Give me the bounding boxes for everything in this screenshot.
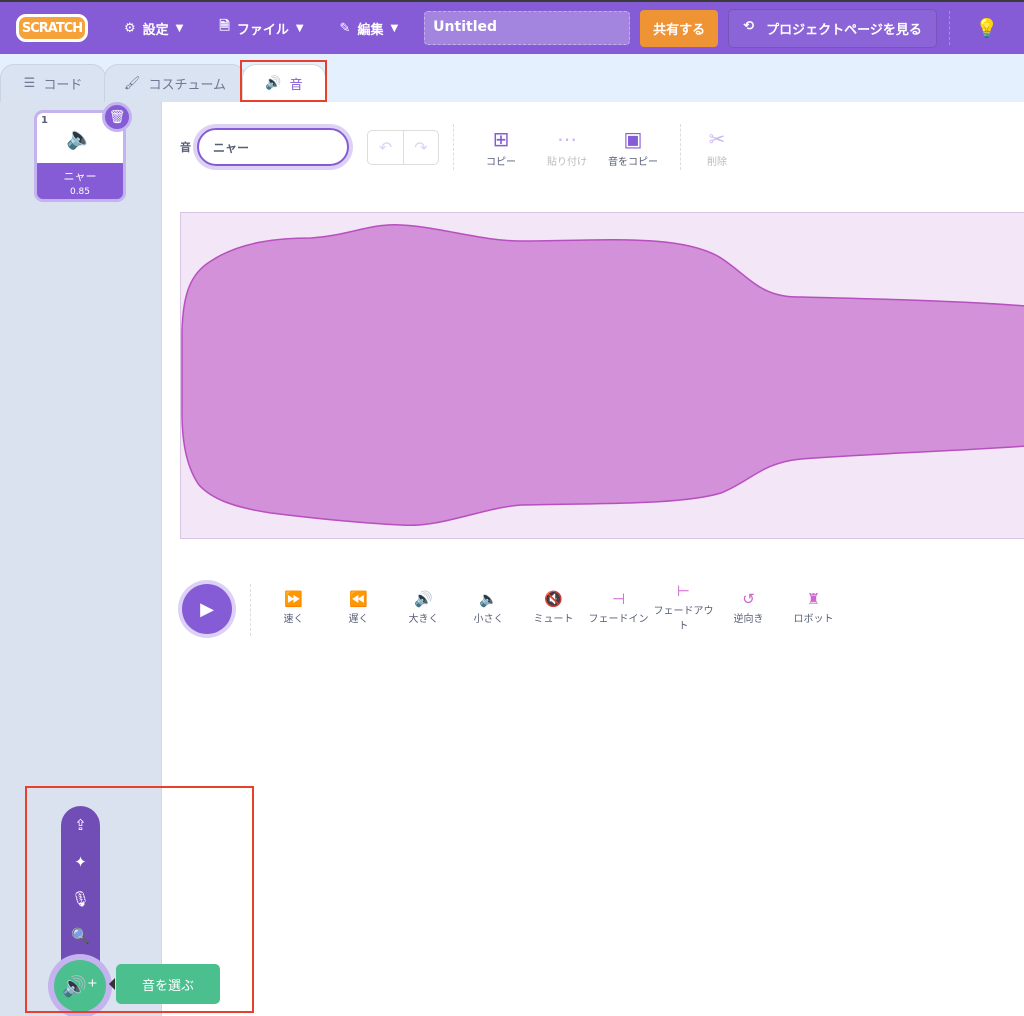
paste-button[interactable]: ⋯ 貼り付け [534,127,600,168]
remix-arrows-icon: ⟲ [743,18,755,34]
surprise-icon[interactable]: ✦ [74,853,87,871]
play-button[interactable]: ▶ [182,584,232,634]
robot-icon: ♜ [806,590,821,608]
reverse-icon: ↺ [742,590,755,608]
waveform-shape [181,224,1024,527]
editor-tabs: ☰ コード 🖌 コスチューム 🔊 音 [0,54,1024,102]
share-button[interactable]: 共有する [640,9,719,47]
waveform[interactable] [180,212,1024,539]
copy-to-new-label: 音をコピー [608,156,658,168]
effect-louder[interactable]: 🔊 大きく [391,584,456,625]
effect-label: 速く [283,614,304,625]
caret-down-icon: ▼ [390,22,399,34]
effect-label: フェードアウト [653,606,714,632]
delete-button[interactable]: ✂ 削除 [695,127,739,168]
menu-bar: SCRATCH ⚙ 設定 ▼ 🗎 ファイル ▼ ✎ 編集 ▼ Untitled 共有する ⟲… [0,0,1024,54]
tab-label: コスチューム [148,78,227,93]
settings-menu[interactable]: ⚙ 設定 ▼ [124,19,183,38]
edit-menu[interactable]: ✎ 編集 ▼ [340,19,399,38]
effect-label: 逆向き [733,614,764,625]
copy-sound-icon: ▣ [623,126,643,151]
fade-out-icon: ⊢ [676,582,691,600]
paste-label: 貼り付け [547,156,587,168]
effect-robot[interactable]: ♜ ロボット [781,584,846,625]
tab-costumes[interactable]: 🖌 コスチューム [104,64,246,102]
choose-sound-button[interactable]: 🔊⁺ [54,960,106,1012]
sound-name-input[interactable]: ニャー [197,128,349,166]
brush-icon: 🖌 [123,76,141,91]
effect-label: 遅く [348,614,369,625]
scissors-icon: ✂ [708,126,726,151]
settings-label: 設定 [142,22,169,38]
edit-label: 編集 [357,22,384,38]
tab-code[interactable]: ☰ コード [0,64,106,102]
play-icon: ▶ [200,598,214,620]
copy-to-new-button[interactable]: ▣ 音をコピー [600,127,666,168]
mute-icon: 🔇 [544,590,563,608]
copy-button[interactable]: ⊞ コピー [468,127,534,168]
tab-sounds[interactable]: 🔊 音 [242,64,326,102]
tab-label: 音 [289,78,303,93]
copy-label: コピー [486,156,516,168]
record-icon[interactable]: 🎙 [71,890,90,908]
effect-softer[interactable]: 🔈 小さく [456,584,521,625]
fade-in-icon: ⊣ [611,590,626,608]
speaker-icon: 🔈 [66,125,94,151]
upload-icon[interactable]: ⇪ [74,816,87,834]
effect-fade-in[interactable]: ⊣ フェードイン [586,584,651,625]
sound-toolbar: 音 ニャー ↶ ↷ ⊞ コピー ⋯ 貼り付け ▣ 音をコピー ✂ 削除 [180,124,739,170]
see-project-page-label: プロジェクトページを見る [766,22,922,38]
divider [250,584,251,636]
volume-up-icon: 🔊 [414,590,433,608]
sound-name: ニャー [63,170,97,183]
effect-label: ミュート [533,614,574,625]
trash-icon: 🗑 [108,109,126,125]
effect-label: 小さく [473,614,504,625]
volume-down-icon: 🔈 [479,590,498,608]
project-title-input[interactable]: Untitled [424,11,631,45]
divider [948,11,950,45]
effects-bar: ▶ ⏩ 速く ⏪ 遅く 🔊 大きく 🔈 小さく 🔇 ミュート ⊣ フェードイン ⊢ フェードア… [182,582,846,636]
choose-sound-tooltip: 音を選ぶ [109,964,220,1004]
sound-index: 1 [41,115,48,126]
effect-slower[interactable]: ⏪ 遅く [326,584,391,625]
see-project-page-button[interactable]: ⟲ プロジェクトページを見る [728,8,937,48]
speaker-icon: 🔊 [265,76,282,91]
file-icon: 🗎 [219,19,230,34]
delete-sound-button[interactable]: 🗑 [102,102,132,132]
divider [680,124,681,170]
pencil-icon: ✎ [339,20,351,36]
paste-icon: ⋯ [557,126,577,151]
divider [453,124,454,170]
code-icon: ☰ [23,76,36,91]
scratch-logo[interactable]: SCRATCH [16,14,88,42]
effect-label: 大きく [408,614,439,625]
sound-duration: 0.85 [69,187,91,197]
file-menu[interactable]: 🗎 ファイル ▼ [219,17,303,39]
waveform-graph [181,224,1024,527]
caret-down-icon: ▼ [295,22,304,34]
tab-label: コード [43,78,83,93]
rewind-icon: ⏪ [349,590,368,608]
sound-name-label: 音 [180,141,191,154]
search-icon[interactable]: 🔍 [71,927,90,945]
gear-icon: ⚙ [124,20,136,36]
effect-reverse[interactable]: ↺ 逆向き [716,584,781,625]
effect-label: ロボット [793,614,834,625]
caret-down-icon: ▼ [175,22,184,34]
add-sound-menu: ⇪ ✦ 🎙 🔍 [61,806,100,981]
copy-icon: ⊞ [492,126,510,151]
effect-label: フェードイン [588,614,649,625]
redo-icon[interactable]: ↷ [403,130,438,164]
effect-fade-out[interactable]: ⊢ フェードアウト [651,576,716,632]
fast-forward-icon: ⏩ [284,590,303,608]
effect-faster[interactable]: ⏩ 速く [261,584,326,625]
file-label: ファイル [236,22,289,38]
add-sound-icon: 🔊⁺ [62,974,98,998]
undo-icon[interactable]: ↶ [368,131,403,164]
undo-redo: ↶ ↷ [367,129,439,165]
lightbulb-icon[interactable]: 💡 [976,18,998,39]
effect-mute[interactable]: 🔇 ミュート [521,584,586,625]
delete-label: 削除 [707,156,727,168]
